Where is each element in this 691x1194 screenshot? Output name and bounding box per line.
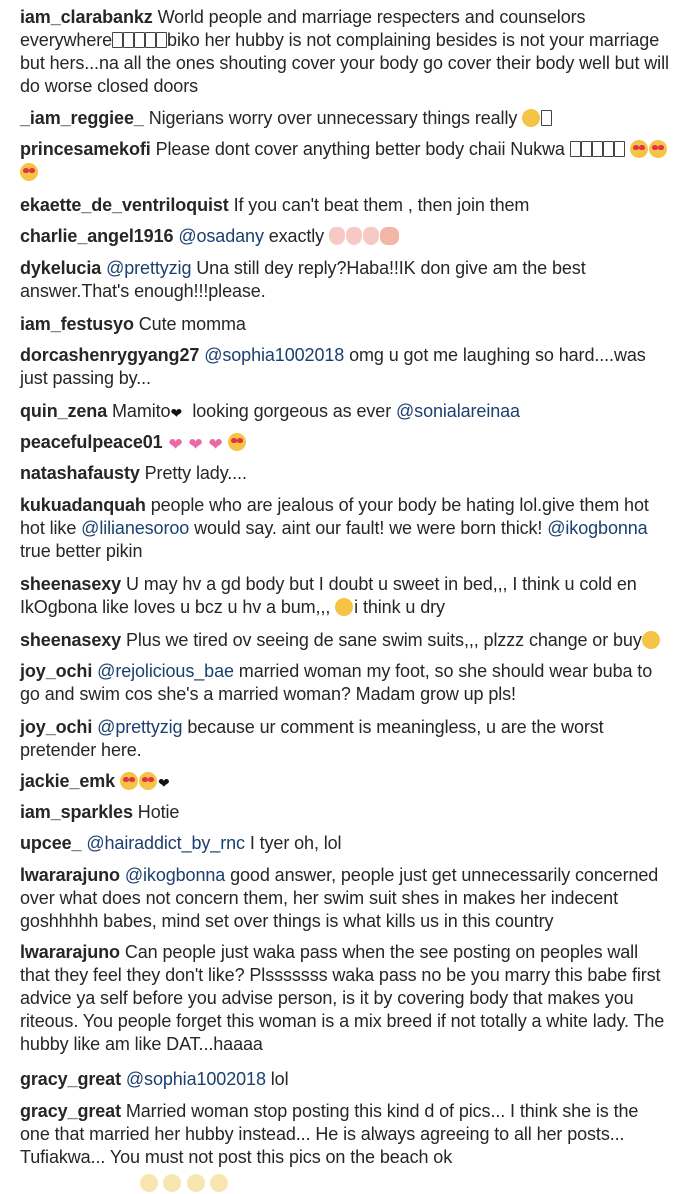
comment-username[interactable]: joy_ochi xyxy=(20,661,92,681)
clapping-hands-icon xyxy=(379,227,399,245)
mention-link[interactable]: @prettyzig xyxy=(106,258,191,278)
comment: dorcashenrygyang27 @sophia1002018 omg u … xyxy=(20,345,651,388)
mention-link[interactable]: @osadany xyxy=(178,226,264,246)
comment-username[interactable]: dykelucia xyxy=(20,258,101,278)
comment: dykelucia @prettyzig Una still dey reply… xyxy=(20,258,591,301)
comment: peacefulpeace01 xyxy=(20,431,670,456)
comment-username[interactable]: upcee_ xyxy=(20,833,82,853)
comment: sheenasexy U may hv a gd body but I doub… xyxy=(20,574,642,617)
comment-username[interactable]: iam_sparkles xyxy=(20,802,133,822)
comment: joy_ochi @prettyzig because ur comment i… xyxy=(20,717,609,760)
sparkling-heart-icon xyxy=(188,433,207,456)
black-heart-icon xyxy=(158,772,174,795)
comment-username[interactable]: iam_clarabankz xyxy=(20,7,153,27)
comment-username[interactable]: quin_zena xyxy=(20,401,107,421)
comment: gracy_great @sophia1002018 lol xyxy=(20,1069,289,1089)
comment: quin_zena Mamito looking gorgeous as eve… xyxy=(20,400,670,425)
comment-username[interactable]: gracy_great xyxy=(20,1069,121,1089)
box-glyph-icon xyxy=(580,141,592,157)
comment-username[interactable]: sheenasexy xyxy=(20,574,121,594)
face-icon xyxy=(210,1174,229,1192)
cut-off-emoji-row xyxy=(140,1174,229,1194)
box-glyph-icon xyxy=(156,32,168,48)
raised-hand-icon xyxy=(345,227,362,245)
raised-hand-icon xyxy=(328,227,345,245)
comment-username[interactable]: sheenasexy xyxy=(20,630,121,650)
box-glyph-icon xyxy=(541,110,553,126)
box-glyph-icon xyxy=(134,32,146,48)
box-glyph-icon xyxy=(112,32,124,48)
winking-face-icon xyxy=(641,631,660,649)
grinning-squint-face-icon xyxy=(522,109,541,127)
sparkling-heart-icon xyxy=(168,433,187,456)
comment: upcee_ @hairaddict_by_rnc I tyer oh, lol xyxy=(20,833,342,853)
comment: charlie_angel1916 @osadany exactly xyxy=(20,225,670,248)
mention-link[interactable]: @ikogbonna xyxy=(125,865,225,885)
comment-username[interactable]: joy_ochi xyxy=(20,717,92,737)
box-glyph-icon xyxy=(602,141,614,157)
mention-link[interactable]: @rejolicious_bae xyxy=(97,661,234,681)
mention-link[interactable]: @prettyzig xyxy=(97,717,182,737)
sparkling-heart-icon xyxy=(208,433,227,456)
comment: iam_festusyo Cute momma xyxy=(20,314,246,334)
comment-username[interactable]: lwararajuno xyxy=(20,865,120,885)
comment: gracy_great Married woman stop posting t… xyxy=(20,1101,644,1167)
comment: joy_ochi @rejolicious_bae married woman … xyxy=(20,661,658,704)
box-glyph-icon xyxy=(591,141,603,157)
heart-eyes-face-icon xyxy=(227,433,246,451)
comment: sheenasexy Plus we tired ov seeing de sa… xyxy=(20,629,670,652)
comment-username[interactable]: jackie_emk xyxy=(20,771,115,791)
mention-link[interactable]: @sophia1002018 xyxy=(126,1069,266,1089)
mention-link[interactable]: @hairaddict_by_rnc xyxy=(86,833,245,853)
mention-link[interactable]: @sophia1002018 xyxy=(204,345,344,365)
comment-username[interactable]: ekaette_de_ventriloquist xyxy=(20,195,229,215)
mention-link[interactable]: @ikogbonna xyxy=(547,518,647,538)
comment: _iam_reggiee_ Nigerians worry over unnec… xyxy=(20,107,670,130)
comment: kukuadanquah people who are jealous of y… xyxy=(20,495,654,561)
mention-link[interactable]: @lilianesoroo xyxy=(81,518,189,538)
comment-username[interactable]: dorcashenrygyang27 xyxy=(20,345,199,365)
comment: lwararajuno Can people just waka pass wh… xyxy=(20,942,670,1054)
box-glyph-icon xyxy=(145,32,157,48)
comment: iam_sparkles Hotie xyxy=(20,802,180,822)
comment: jackie_emk xyxy=(20,770,670,795)
comment-username[interactable]: iam_festusyo xyxy=(20,314,134,334)
comment-username[interactable]: kukuadanquah xyxy=(20,495,146,515)
comment-username[interactable]: _iam_reggiee_ xyxy=(20,108,144,128)
comment-username[interactable]: charlie_angel1916 xyxy=(20,226,174,246)
comment: princesamekofi Please dont cover anythin… xyxy=(20,138,670,184)
face-icon xyxy=(163,1174,182,1192)
box-glyph-icon xyxy=(123,32,135,48)
black-heart-icon xyxy=(170,402,186,425)
grinning-squint-face-icon xyxy=(335,598,354,616)
heart-eyes-face-icon xyxy=(20,163,38,181)
comment: ekaette_de_ventriloquist If you can't be… xyxy=(20,195,530,215)
box-glyph-icon xyxy=(569,141,581,157)
heart-eyes-face-icon xyxy=(120,772,138,790)
face-icon xyxy=(186,1174,205,1192)
comment: natashafausty Pretty lady.... xyxy=(20,463,247,483)
heart-eyes-face-icon xyxy=(139,772,157,790)
heart-eyes-face-icon xyxy=(648,140,667,158)
comment-username[interactable]: lwararajuno xyxy=(20,942,120,962)
comment-username[interactable]: princesamekofi xyxy=(20,139,151,159)
comment: iam_clarabankz World people and marriage… xyxy=(20,7,674,96)
heart-eyes-face-icon xyxy=(629,140,648,158)
comment-username[interactable]: peacefulpeace01 xyxy=(20,432,163,452)
raised-hand-icon xyxy=(362,227,379,245)
mention-link[interactable]: @sonialareinaa xyxy=(396,401,520,421)
face-icon xyxy=(140,1174,158,1192)
comment-username[interactable]: natashafausty xyxy=(20,463,140,483)
comment: lwararajuno @ikogbonna good answer, peop… xyxy=(20,865,664,931)
box-glyph-icon xyxy=(613,141,625,157)
comment-username[interactable]: gracy_great xyxy=(20,1101,121,1121)
